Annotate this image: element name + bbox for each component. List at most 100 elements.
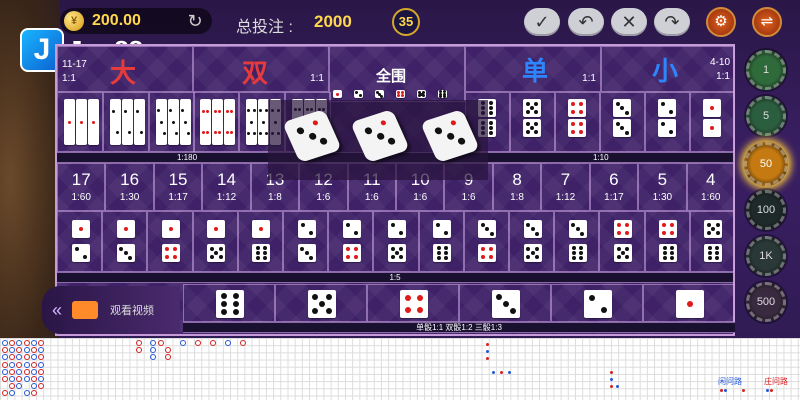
bet-pair-1-5[interactable] bbox=[192, 211, 238, 272]
road-big-mark bbox=[165, 347, 171, 353]
bet-triple-1[interactable] bbox=[57, 92, 103, 152]
small-range: 4-10 bbox=[709, 57, 730, 68]
any-triple-die bbox=[333, 90, 342, 98]
road-dot bbox=[492, 371, 495, 374]
bet-pair-2-5[interactable] bbox=[373, 211, 419, 272]
die-face-3 bbox=[297, 244, 316, 262]
bet-even[interactable]: 双 1:1 bbox=[193, 46, 329, 92]
bet-pair-3-6[interactable] bbox=[554, 211, 600, 272]
road-dot bbox=[500, 371, 503, 374]
bet-pair-3-5[interactable] bbox=[509, 211, 555, 272]
road-big-mark bbox=[210, 340, 216, 346]
confirm-button[interactable]: ✓ bbox=[524, 8, 560, 36]
chip-50[interactable]: 50 bbox=[744, 142, 788, 186]
bet-sum-15[interactable]: 15 1:17 bbox=[153, 163, 203, 211]
settings-icon[interactable]: ⚙ bbox=[706, 7, 736, 37]
bet-pair-2-3[interactable] bbox=[283, 211, 329, 272]
bet-single-5[interactable] bbox=[275, 284, 367, 322]
bet-single-2[interactable] bbox=[551, 284, 643, 322]
bet-single-4[interactable] bbox=[367, 284, 459, 322]
bet-pair-2-4[interactable] bbox=[328, 211, 374, 272]
bet-pair-4-6[interactable] bbox=[644, 211, 690, 272]
bet-sum-4[interactable]: 4 1:60 bbox=[686, 163, 735, 211]
road-dot bbox=[742, 389, 745, 392]
die-face-6 bbox=[216, 290, 244, 318]
bet-pair-4-5[interactable] bbox=[599, 211, 645, 272]
banker-road-label[interactable]: 庄问路 bbox=[764, 376, 788, 387]
die-face-4 bbox=[613, 220, 632, 238]
die-face-2 bbox=[342, 220, 361, 238]
bet-specific-triple-5[interactable] bbox=[510, 92, 555, 152]
die-face-3 bbox=[168, 99, 179, 145]
sum-odds: 1:6 bbox=[364, 192, 379, 203]
bet-single-1[interactable] bbox=[643, 284, 735, 322]
watch-video-button[interactable]: « 观看视频 bbox=[42, 286, 180, 334]
die-face-1 bbox=[71, 220, 90, 238]
bet-small[interactable]: 小 4-10 1:1 bbox=[601, 46, 735, 92]
bet-pair-1-3[interactable] bbox=[102, 211, 148, 272]
road-big-mark bbox=[136, 347, 142, 353]
sum-number: 5 bbox=[657, 170, 668, 189]
die-face-5 bbox=[308, 290, 336, 318]
bet-sum-8[interactable]: 8 1:8 bbox=[492, 163, 542, 211]
road-bead bbox=[2, 340, 8, 346]
road-bead bbox=[9, 368, 16, 375]
roadmap-grid bbox=[0, 338, 800, 400]
bet-big[interactable]: 11-17 1:1 大 bbox=[57, 46, 193, 92]
bet-pair-1-2[interactable] bbox=[57, 211, 103, 272]
total-bet-value: 2000 bbox=[314, 12, 352, 31]
refresh-icon[interactable]: ↻ bbox=[184, 10, 206, 32]
bet-specific-triple-4[interactable] bbox=[555, 92, 600, 152]
small-odds: 1:1 bbox=[716, 71, 730, 82]
sum-odds: 1:6 bbox=[461, 192, 476, 203]
bet-odd[interactable]: 单 1:1 bbox=[465, 46, 601, 92]
chip-value: 5 bbox=[762, 110, 770, 122]
bet-single-6[interactable] bbox=[183, 284, 275, 322]
player-road-label[interactable]: 闲问路 bbox=[718, 376, 742, 387]
chip-5[interactable]: 5 bbox=[746, 96, 786, 136]
die-face-1 bbox=[64, 99, 75, 145]
road-bead bbox=[23, 361, 30, 368]
bet-pair-1-4[interactable] bbox=[147, 211, 193, 272]
bet-triple-4[interactable] bbox=[193, 92, 239, 152]
die-face-6 bbox=[252, 244, 271, 262]
bet-specific-triple-2[interactable] bbox=[645, 92, 690, 152]
road-big-mark bbox=[150, 354, 156, 360]
road-big-mark bbox=[225, 340, 231, 346]
any-triple-die bbox=[375, 90, 384, 98]
bet-single-3[interactable] bbox=[459, 284, 551, 322]
undo-button[interactable]: ↶ bbox=[568, 8, 604, 36]
chip-100[interactable]: 100 bbox=[746, 190, 786, 230]
chip-1K[interactable]: 1K bbox=[746, 236, 786, 276]
bet-specific-triple-3[interactable] bbox=[600, 92, 645, 152]
total-bet-label: 总投注 : bbox=[236, 19, 293, 36]
bet-pair-3-4[interactable] bbox=[463, 211, 509, 272]
bet-pair-1-6[interactable] bbox=[237, 211, 283, 272]
chip-value: 1 bbox=[762, 64, 770, 76]
die-face-4 bbox=[200, 99, 211, 145]
bet-sum-5[interactable]: 5 1:30 bbox=[638, 163, 687, 211]
redo-button[interactable]: ↷ bbox=[654, 8, 690, 36]
chip-500[interactable]: 500 bbox=[746, 282, 786, 322]
bet-triple-3[interactable] bbox=[149, 92, 195, 152]
die-face-5 bbox=[207, 244, 226, 262]
die-face-4 bbox=[659, 220, 678, 238]
chip-value: 1K bbox=[759, 250, 773, 262]
bet-sum-6[interactable]: 6 1:17 bbox=[589, 163, 639, 211]
bet-sum-7[interactable]: 7 1:12 bbox=[541, 163, 590, 211]
road-dot bbox=[610, 378, 613, 381]
clear-button[interactable]: ✕ bbox=[611, 8, 647, 36]
menu-icon[interactable]: ⇌ bbox=[752, 7, 782, 37]
die-face-2 bbox=[134, 99, 145, 145]
sum-odds: 1:6 bbox=[413, 192, 428, 203]
bet-sum-14[interactable]: 14 1:12 bbox=[202, 163, 251, 211]
road-dot bbox=[616, 385, 619, 388]
bet-sum-17[interactable]: 17 1:60 bbox=[57, 163, 106, 211]
bet-triple-2[interactable] bbox=[103, 92, 149, 152]
chip-1[interactable]: 1 bbox=[746, 50, 786, 90]
bet-pair-5-6[interactable] bbox=[689, 211, 735, 272]
bet-pair-2-6[interactable] bbox=[418, 211, 464, 272]
bet-specific-triple-1[interactable] bbox=[690, 92, 735, 152]
bet-sum-16[interactable]: 16 1:30 bbox=[105, 163, 154, 211]
die-face-5 bbox=[523, 99, 541, 117]
